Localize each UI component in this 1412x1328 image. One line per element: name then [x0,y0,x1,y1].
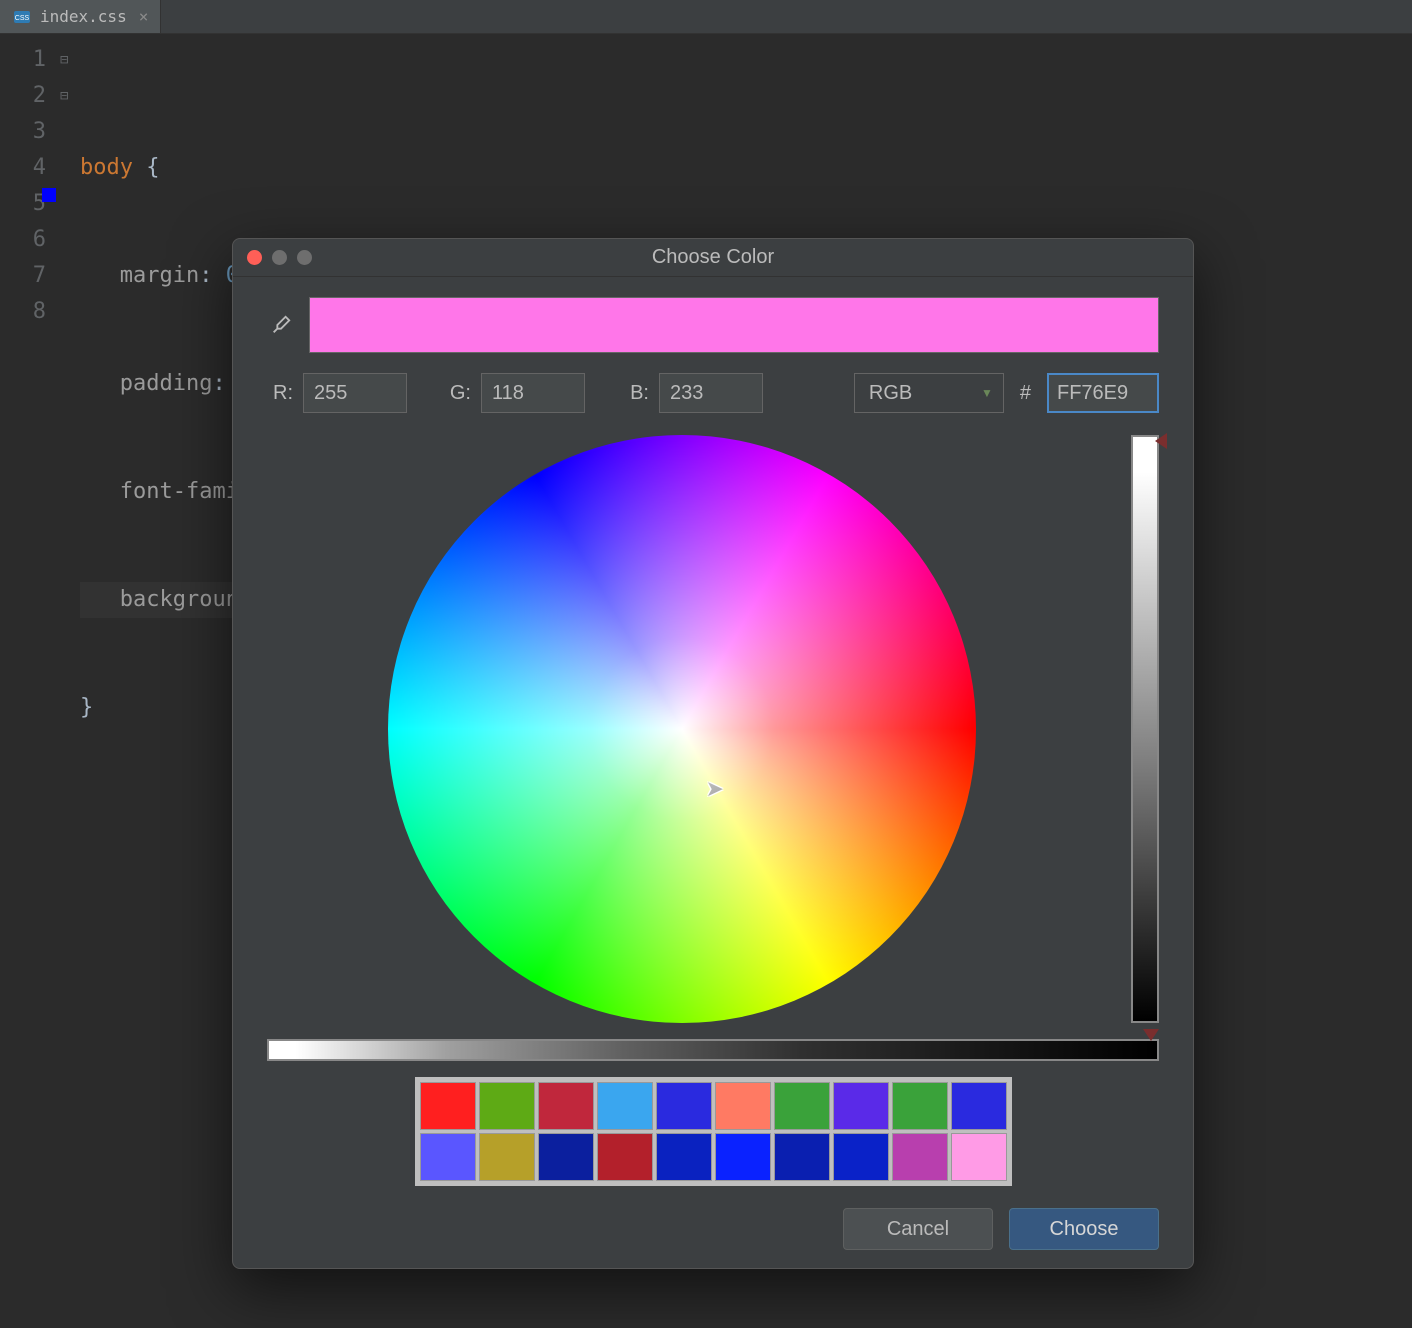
dialog-title: Choose Color [233,246,1193,269]
color-swatch[interactable] [892,1082,948,1130]
close-icon[interactable]: × [135,7,149,26]
brightness-marker-icon [1155,433,1167,449]
svg-text:CSS: CSS [15,15,30,22]
eyedropper-button[interactable] [267,311,295,339]
color-swatch[interactable] [833,1133,889,1181]
color-swatch[interactable] [833,1082,889,1130]
color-swatch[interactable] [774,1133,830,1181]
line-number: 1 [0,42,46,78]
dialog-titlebar[interactable]: Choose Color [233,239,1193,277]
color-swatch[interactable] [715,1133,771,1181]
color-swatch[interactable] [656,1133,712,1181]
color-picker-dialog: Choose Color R: 255 G: 118 B: 233 RGB ▼ [232,238,1194,1269]
line-number: 2 [0,78,46,114]
hex-input[interactable]: FF76E9 [1047,373,1159,413]
hash-label: # [1014,382,1037,405]
line-number: 6 [0,222,46,258]
color-swatch[interactable] [538,1133,594,1181]
line-gutter: 1 2 3 4 5 6 7 8 [0,34,60,1014]
line-number: 5 [0,186,46,222]
chevron-down-icon: ▼ [981,386,993,400]
line-number: 8 [0,294,46,330]
b-label: B: [623,382,649,405]
line-number: 3 [0,114,46,150]
g-label: G: [445,382,471,405]
saturation-slider[interactable] [267,1039,1159,1061]
color-swatch[interactable] [951,1082,1007,1130]
recent-swatches [415,1077,1012,1186]
line-number: 7 [0,258,46,294]
saturation-marker-icon [1143,1029,1159,1041]
color-swatch[interactable] [774,1082,830,1130]
color-swatch[interactable] [420,1133,476,1181]
color-swatch[interactable] [715,1082,771,1130]
css-file-icon: CSS [12,7,32,27]
line-number: 4 [0,150,46,186]
b-input[interactable]: 233 [659,373,763,413]
cancel-button[interactable]: Cancel [843,1208,993,1250]
color-swatch[interactable] [479,1133,535,1181]
color-swatch[interactable] [951,1133,1007,1181]
fold-open-icon[interactable]: ⊟ [60,42,80,78]
color-preview [309,297,1159,353]
color-swatch[interactable] [420,1082,476,1130]
tab-index-css[interactable]: CSS index.css × [0,0,161,33]
tab-filename: index.css [40,7,127,26]
color-swatch[interactable] [538,1082,594,1130]
g-input[interactable]: 118 [481,373,585,413]
cursor-icon: ➤ [706,776,724,802]
choose-button[interactable]: Choose [1009,1208,1159,1250]
color-swatch[interactable] [479,1082,535,1130]
color-mode-select[interactable]: RGB ▼ [854,373,1004,413]
fold-close-icon[interactable]: ⊟ [60,78,80,114]
r-label: R: [267,382,293,405]
color-swatch[interactable] [597,1082,653,1130]
color-swatch[interactable] [597,1133,653,1181]
color-wheel[interactable]: ➤ [388,435,976,1023]
r-input[interactable]: 255 [303,373,407,413]
brightness-slider[interactable] [1131,435,1159,1023]
color-swatch[interactable] [892,1133,948,1181]
color-swatch[interactable] [656,1082,712,1130]
fold-gutter: ⊟ ⊟ [60,34,80,1014]
tab-bar: CSS index.css × [0,0,1412,34]
gutter-color-swatch[interactable] [42,188,56,202]
